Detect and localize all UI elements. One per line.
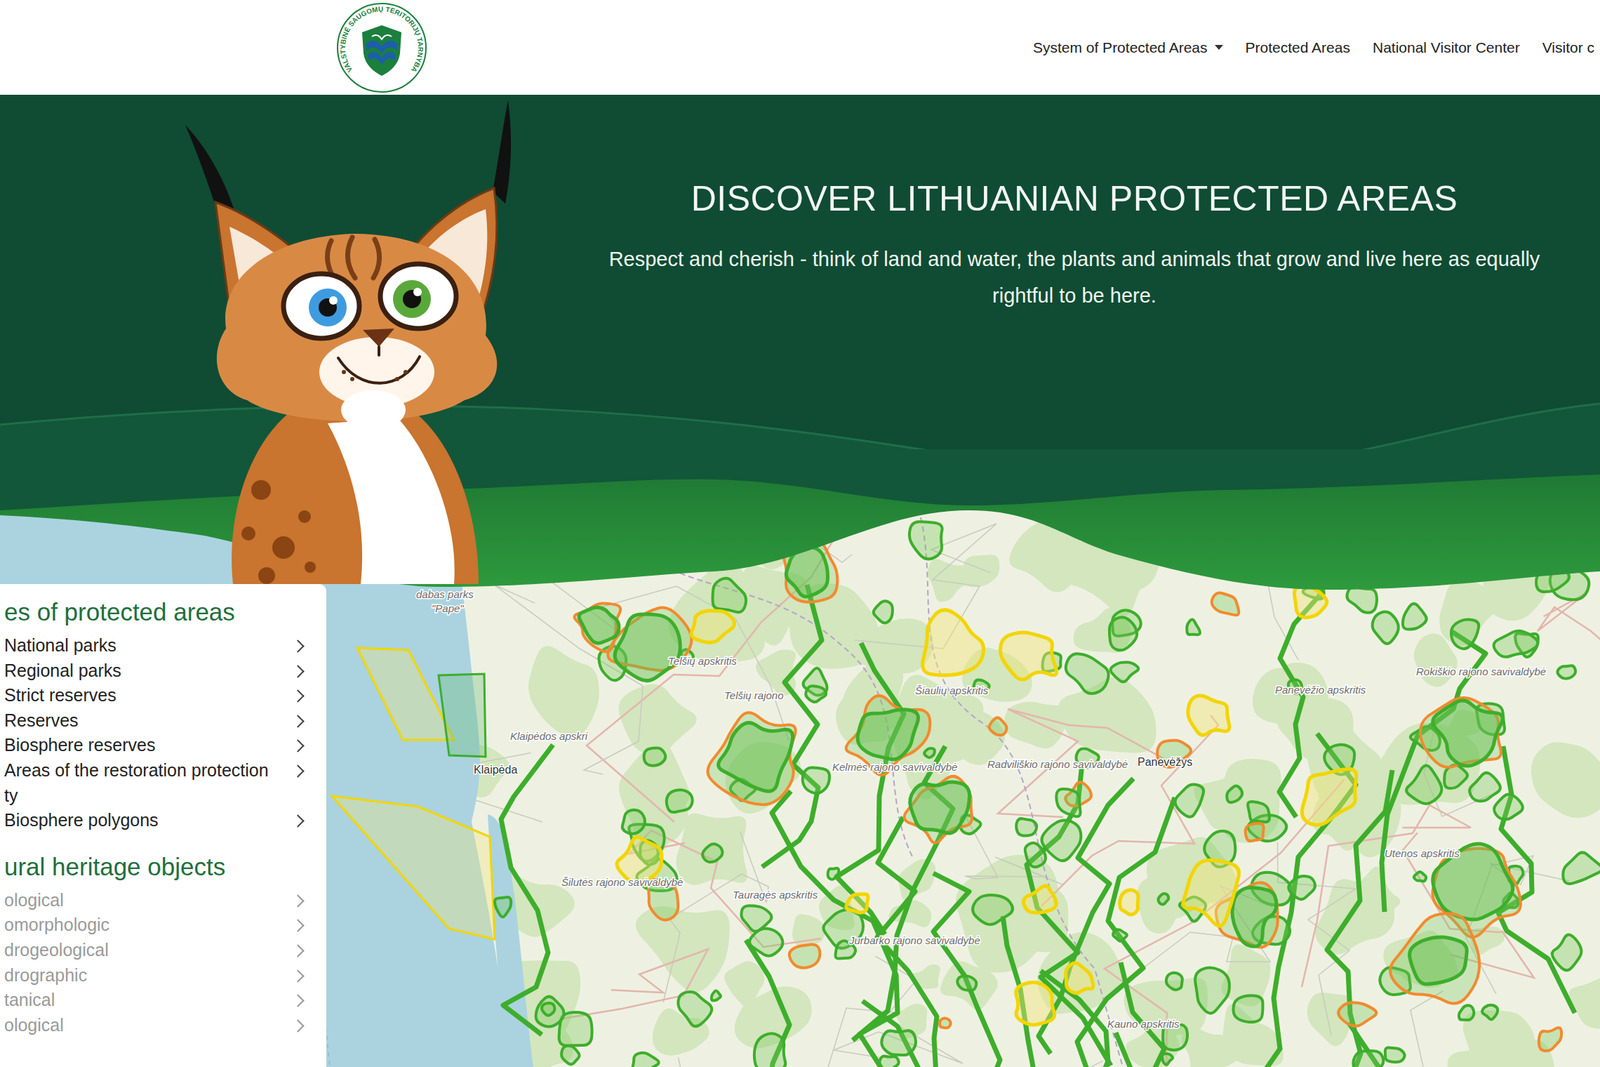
layer-label: omorphologic xyxy=(4,912,110,938)
map-label: Telšių apskritis xyxy=(668,654,737,667)
layer-label-line: Regional parks xyxy=(4,658,122,684)
layer-label-line: drographic xyxy=(4,962,88,989)
map-label: "Pape" xyxy=(431,602,464,615)
lynx-mascot-icon xyxy=(183,96,521,584)
chevron-right-icon[interactable] xyxy=(291,993,304,1007)
layer-label-line: ological xyxy=(4,1012,64,1038)
layer-item[interactable]: Areas of the restoration protectionty xyxy=(4,757,327,808)
chevron-right-icon[interactable] xyxy=(291,739,304,753)
nav-link[interactable]: National Visitor Center xyxy=(1372,39,1520,57)
map-label: Kauno apskritis xyxy=(1107,1017,1180,1030)
page-main: DISCOVER LITHUANIAN PROTECTED AREAS Resp… xyxy=(0,94,1600,1067)
map-label: Jurbarko rajono savivaldybė xyxy=(848,934,981,946)
layer-label: tanical xyxy=(4,987,55,1013)
map-label: Šilutės rajono savivaldybė xyxy=(561,875,683,888)
map-labels: dabas parks "Pape" Telšių apskritis Telšių … xyxy=(416,588,1546,1030)
nav-label[interactable]: National Visitor Center xyxy=(1372,39,1520,57)
chevron-right-icon[interactable] xyxy=(291,764,304,777)
layer-item[interactable]: Biosphere reserves xyxy=(4,732,327,758)
map-label: Rokiškio rajono savivaldybė xyxy=(1416,665,1546,678)
map-label: dabas parks xyxy=(416,588,474,600)
layer-item[interactable]: omorphologic xyxy=(4,912,327,938)
layer-item[interactable]: Regional parks xyxy=(4,658,327,684)
layer-label-line: National parks xyxy=(4,632,117,659)
panel-section: es of protected areas National parksRegio… xyxy=(4,595,327,833)
section-title: es of protected areas xyxy=(4,595,327,629)
layer-label-line: omorphologic xyxy=(4,912,110,938)
chevron-right-icon[interactable] xyxy=(291,943,304,957)
hero-title: DISCOVER LITHUANIAN PROTECTED AREAS xyxy=(604,177,1545,220)
layer-item[interactable]: Biosphere polygons xyxy=(4,807,327,833)
chevron-right-icon[interactable] xyxy=(291,639,304,652)
map-label: Kelmės rajono savivaldybė xyxy=(832,760,958,773)
layer-label: Strict reserves xyxy=(4,682,117,709)
layer-label-line: Strict reserves xyxy=(4,682,117,709)
map-label: Panevėžys xyxy=(1137,755,1193,768)
map-label: Panevėžio apskritis xyxy=(1275,683,1367,696)
map-label: Tauragės apskritis xyxy=(732,888,819,901)
layer-label-line: drogeological xyxy=(4,937,109,963)
layer-label: Biosphere reserves xyxy=(4,732,156,758)
agency-logo-icon[interactable]: VALSTYBINĖ SAUGOMŲ TERITORIJŲ TARNYBA xyxy=(335,1,429,95)
layer-item[interactable]: Reserves xyxy=(4,708,327,734)
layer-label: Regional parks xyxy=(4,658,122,684)
logo-text: VALSTYBINĖ SAUGOMŲ TERITORIJŲ TARNYBA xyxy=(338,4,425,74)
chevron-right-icon[interactable] xyxy=(291,814,304,827)
map-label: Klaipėda xyxy=(473,763,518,776)
chevron-right-icon[interactable] xyxy=(291,664,304,678)
layer-label-line: Areas of the restoration protection xyxy=(4,757,269,784)
nav-link[interactable]: System of Protected Areas xyxy=(1032,39,1224,57)
main-nav: System of Protected Areas Protected Areas… xyxy=(1032,39,1600,57)
layer-label: National parks xyxy=(4,632,117,659)
layer-item[interactable]: Strict reserves xyxy=(4,682,327,709)
chevron-right-icon[interactable] xyxy=(291,919,304,932)
section-title: ural heritage objects xyxy=(4,849,327,884)
nav-link[interactable]: Protected Areas xyxy=(1245,39,1351,57)
layer-label: Areas of the restoration protectionty xyxy=(4,757,269,808)
dropdown-caret-icon[interactable] xyxy=(1214,44,1224,50)
chevron-right-icon[interactable] xyxy=(291,894,304,907)
layer-label: ological xyxy=(4,1012,64,1038)
map-label: Radviliškio rajono savivaldybė xyxy=(987,757,1128,770)
panel-section: ural heritage objectsologicalomorphologi… xyxy=(4,849,327,1038)
layer-label-line: Reserves xyxy=(4,708,79,734)
layer-label-line: tanical xyxy=(4,987,55,1013)
nav-label[interactable]: System of Protected Areas xyxy=(1032,39,1208,57)
chevron-right-icon[interactable] xyxy=(291,969,304,982)
layer-label-line: Biosphere polygons xyxy=(4,807,159,833)
nav-link[interactable]: Visitor c xyxy=(1542,39,1595,57)
map-label: Klaipėdos apskri xyxy=(510,729,589,742)
layer-item[interactable]: ological xyxy=(4,1012,327,1038)
layer-label: drographic xyxy=(4,962,88,989)
layer-label: Reserves xyxy=(4,708,79,734)
layer-label: drogeological xyxy=(4,937,109,963)
hero-subtitle: Respect and cherish - think of land and … xyxy=(604,240,1545,314)
layer-item[interactable]: drographic xyxy=(4,962,327,989)
chevron-right-icon[interactable] xyxy=(291,689,304,702)
layer-label-line: Biosphere reserves xyxy=(4,732,156,758)
map-label: Telšių rajono xyxy=(724,689,784,702)
chevron-right-icon[interactable] xyxy=(291,1018,304,1032)
layer-item[interactable]: tanical xyxy=(4,987,327,1013)
layer-item[interactable]: National parks xyxy=(4,632,327,659)
site-header: VALSTYBINĖ SAUGOMŲ TERITORIJŲ TARNYBA Sy… xyxy=(0,0,1600,95)
layer-label: Biosphere polygons xyxy=(4,807,159,833)
protected-areas-layer xyxy=(494,512,1600,1067)
layer-label: ological xyxy=(4,887,64,913)
nav-label[interactable]: Visitor c xyxy=(1542,39,1595,57)
map-label: Šiaulių apskritis xyxy=(915,684,989,697)
layer-item[interactable]: drogeological xyxy=(4,937,327,963)
layer-label-line: ological xyxy=(4,887,64,913)
layers-panel: es of protected areas National parksRegio… xyxy=(0,583,327,1067)
layer-label-line: ty xyxy=(4,783,269,809)
map-label: Utenos apskritis xyxy=(1384,847,1460,859)
hero-text: DISCOVER LITHUANIAN PROTECTED AREAS Resp… xyxy=(604,94,1545,492)
layer-item[interactable]: ological xyxy=(4,887,327,913)
chevron-right-icon[interactable] xyxy=(291,714,304,728)
nav-label[interactable]: Protected Areas xyxy=(1245,39,1351,57)
